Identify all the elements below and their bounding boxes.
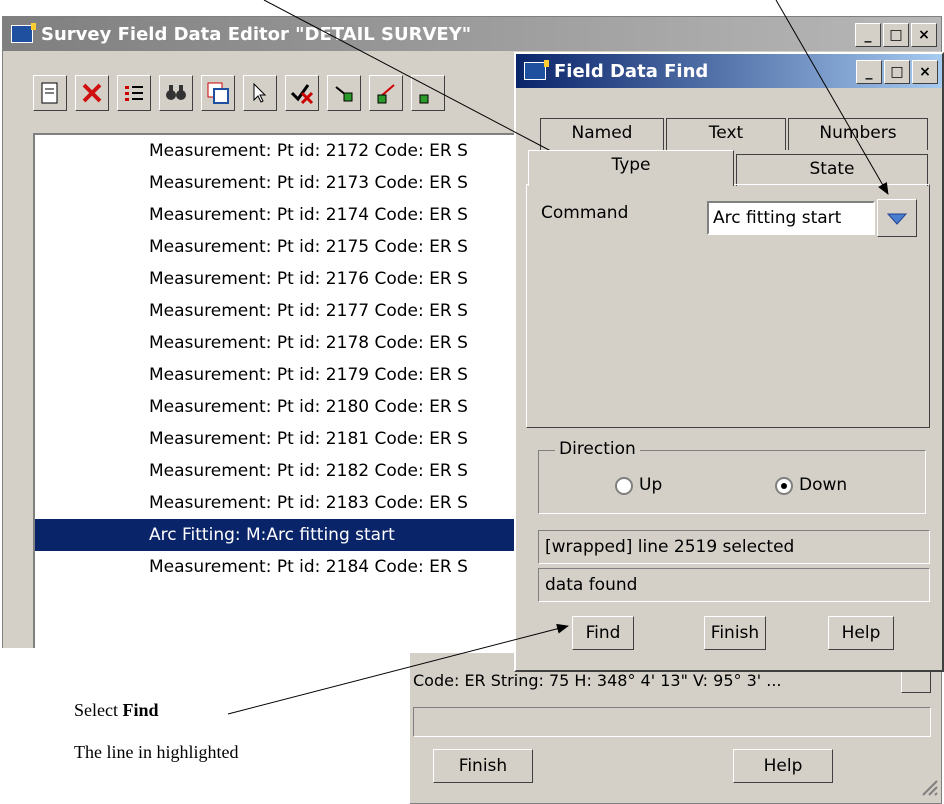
- list-item[interactable]: Measurement: Pt id: 2176 Code: ER S: [149, 263, 468, 295]
- binoculars-find-icon[interactable]: [159, 75, 193, 111]
- toolbar: [33, 75, 445, 111]
- list-item[interactable]: Measurement: Pt id: 2175 Code: ER S: [149, 231, 468, 263]
- list-item[interactable]: Measurement: Pt id: 2184 Code: ER S: [149, 551, 468, 583]
- list-item[interactable]: Measurement: Pt id: 2173 Code: ER S: [149, 167, 468, 199]
- partial-row-text: Code: ER String: 75 H: 348° 4' 13" V: 95…: [413, 671, 782, 690]
- command-label: Command: [541, 203, 629, 223]
- survey-point-icon[interactable]: [327, 75, 361, 111]
- maximize-button[interactable]: □: [883, 23, 909, 47]
- find-button[interactable]: Find: [572, 616, 634, 650]
- list-item[interactable]: Measurement: Pt id: 2179 Code: ER S: [149, 359, 468, 391]
- dialog-title-bar[interactable]: Field Data Find _ □ ×: [516, 54, 942, 88]
- check-cross-icon[interactable]: [285, 75, 319, 111]
- dialog-app-icon: [524, 60, 549, 80]
- tab-type[interactable]: Type: [528, 150, 734, 186]
- direction-label: Direction: [555, 439, 640, 459]
- list-item[interactable]: Measurement: Pt id: 2178 Code: ER S: [149, 327, 468, 359]
- status-line-2: data found: [538, 568, 930, 602]
- radio-down-label: Down: [799, 475, 848, 495]
- pointer-select-icon[interactable]: [243, 75, 277, 111]
- command-dropdown-button[interactable]: [877, 199, 917, 237]
- dialog-close-button[interactable]: ×: [912, 60, 938, 84]
- main-title-bar[interactable]: Survey Field Data Editor "DETAIL SURVEY"…: [3, 17, 941, 51]
- tab-named[interactable]: Named: [540, 118, 664, 150]
- command-value-field[interactable]: Arc fitting start: [707, 201, 875, 235]
- close-button[interactable]: ×: [911, 23, 937, 47]
- list-item[interactable]: Measurement: Pt id: 2177 Code: ER S: [149, 295, 468, 327]
- field-data-find-dialog: Field Data Find _ □ × Named Text Numbers…: [514, 52, 944, 672]
- tab-text[interactable]: Text: [666, 118, 786, 150]
- list-item[interactable]: Measurement: Pt id: 2174 Code: ER S: [149, 199, 468, 231]
- annotation-select-bold: Find: [122, 700, 159, 720]
- dialog-maximize-button[interactable]: □: [884, 60, 910, 84]
- dialog-title: Field Data Find: [554, 60, 709, 82]
- survey-arc-icon[interactable]: [411, 75, 445, 111]
- main-status-field: [413, 707, 931, 737]
- annotation-select-find: Select Find: [74, 700, 159, 721]
- list-item[interactable]: Measurement: Pt id: 2183 Code: ER S: [149, 487, 468, 519]
- scroll-arrow-button[interactable]: [901, 669, 931, 693]
- tab-state[interactable]: State: [736, 154, 928, 186]
- resize-grip-icon[interactable]: [919, 777, 939, 797]
- list-item[interactable]: Measurement: Pt id: 2172 Code: ER S: [149, 135, 468, 167]
- main-window-title: Survey Field Data Editor "DETAIL SURVEY": [41, 23, 472, 45]
- tab-numbers[interactable]: Numbers: [788, 118, 928, 150]
- type-tab-panel: Command Arc fitting start: [526, 184, 930, 428]
- help-button[interactable]: Help: [828, 616, 894, 650]
- annotation-line-highlighted: The line in highlighted: [74, 742, 239, 762]
- delete-icon[interactable]: [75, 75, 109, 111]
- copy-move-icon[interactable]: [201, 75, 235, 111]
- finish-button[interactable]: Finish: [704, 616, 766, 650]
- list-item[interactable]: Measurement: Pt id: 2181 Code: ER S: [149, 423, 468, 455]
- annotation-area: [0, 648, 410, 804]
- radio-up-label: Up: [639, 475, 663, 495]
- dialog-minimize-button[interactable]: _: [856, 60, 882, 84]
- list-options-icon[interactable]: [117, 75, 151, 111]
- minimize-button[interactable]: _: [855, 23, 881, 47]
- list-item[interactable]: Measurement: Pt id: 2182 Code: ER S: [149, 455, 468, 487]
- list-item[interactable]: Measurement: Pt id: 2180 Code: ER S: [149, 391, 468, 423]
- annotation-select-prefix: Select: [74, 700, 123, 720]
- radio-down[interactable]: [775, 477, 793, 495]
- survey-line-icon[interactable]: [369, 75, 403, 111]
- app-icon: [11, 23, 36, 43]
- status-line-1: [wrapped] line 2519 selected: [538, 530, 930, 564]
- radio-up[interactable]: [615, 477, 633, 495]
- chevron-down-icon: [886, 213, 908, 225]
- new-record-icon[interactable]: [33, 75, 67, 111]
- direction-group: Direction Up Down: [538, 439, 926, 514]
- main-finish-button[interactable]: Finish: [433, 749, 533, 783]
- main-help-button[interactable]: Help: [733, 749, 833, 783]
